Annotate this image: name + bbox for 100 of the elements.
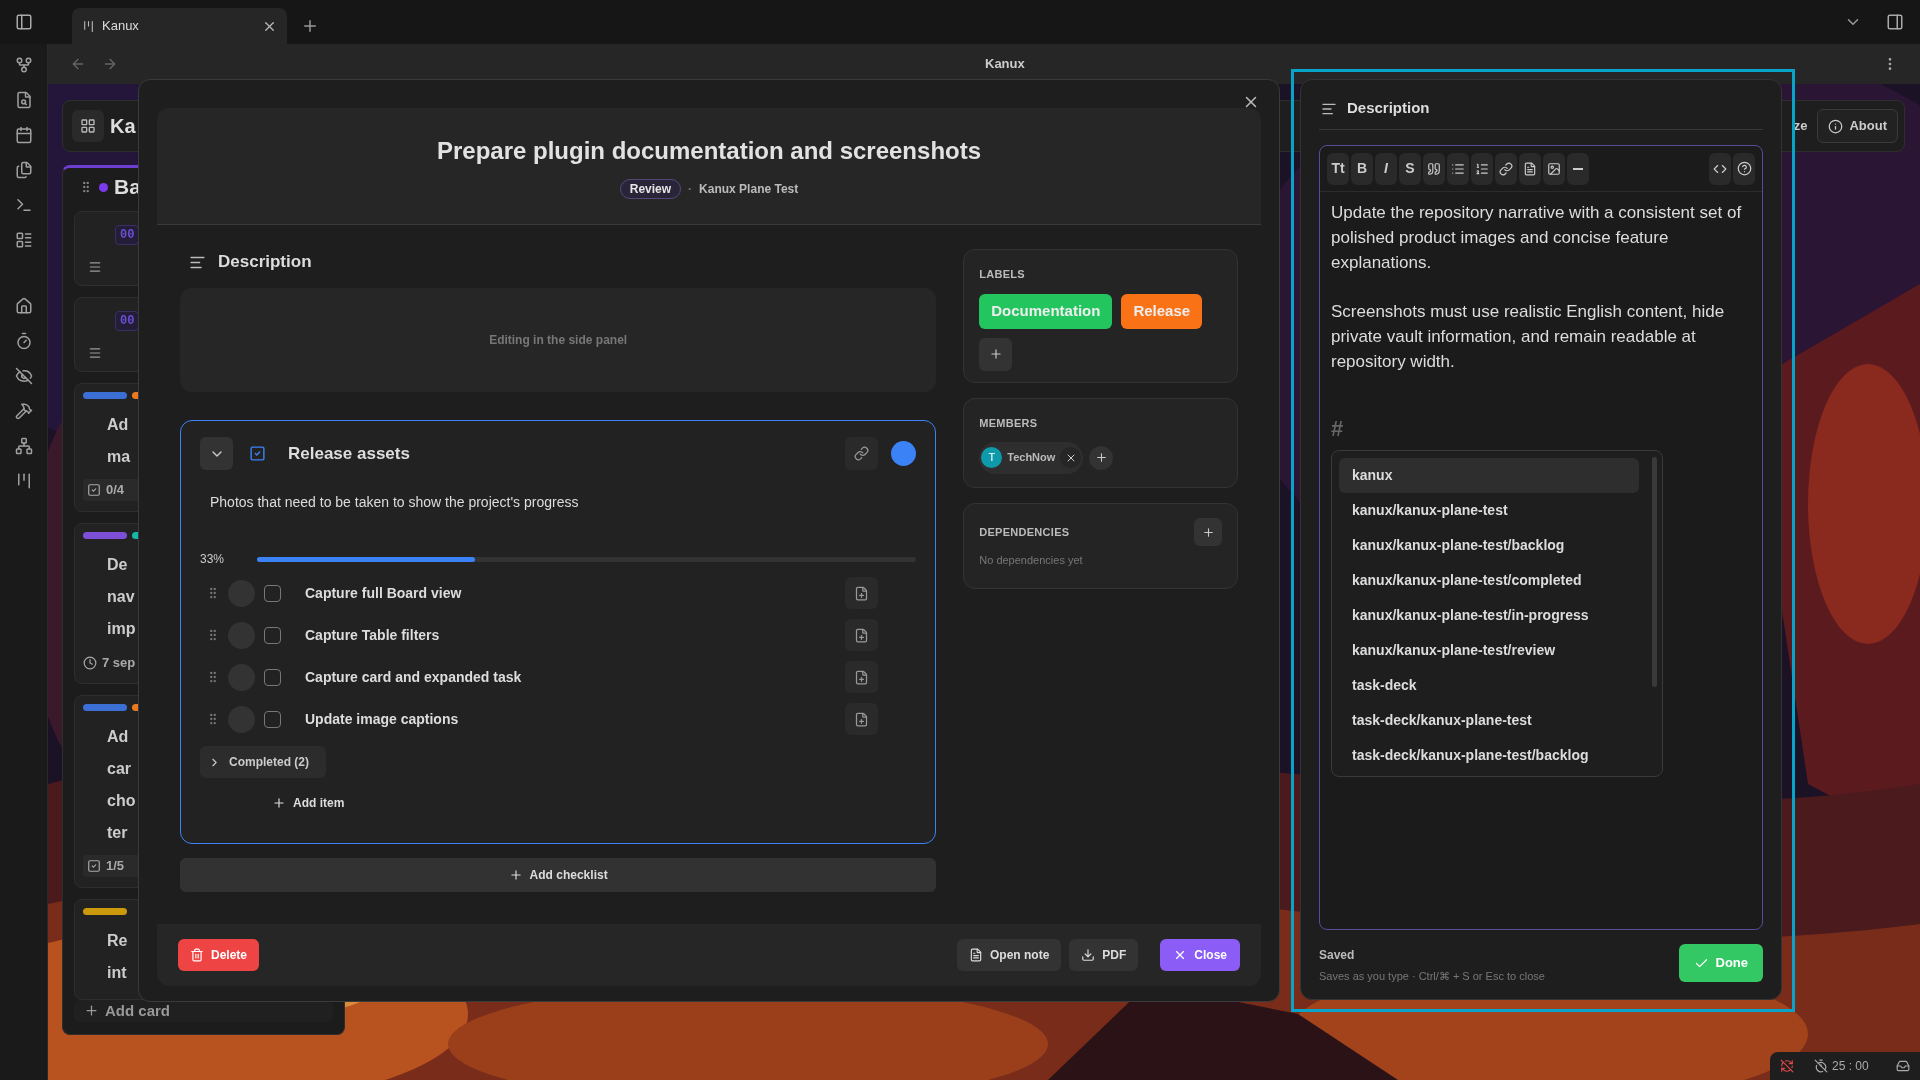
file-search-icon[interactable] (14, 91, 33, 109)
sidebar-toggle-icon[interactable] (1886, 13, 1904, 31)
editor[interactable] (1319, 145, 1763, 930)
suggestion-item[interactable]: kanux/kanux-plane-test/backlog (1339, 528, 1639, 563)
source-button[interactable] (1709, 152, 1731, 185)
terminal-icon[interactable] (14, 196, 33, 214)
section-heading: Description (218, 251, 312, 274)
calendar-icon[interactable] (14, 126, 33, 144)
attach-button[interactable] (845, 619, 879, 651)
section-heading: DEPENDENCIES (979, 524, 1070, 540)
scrollbar[interactable] (1652, 457, 1657, 687)
sidebar-toggle-icon[interactable] (15, 13, 33, 31)
timer-text: 25 : 00 (1832, 1058, 1869, 1075)
format-button[interactable]: I (1375, 152, 1397, 185)
pdf-button[interactable]: PDF (1069, 939, 1139, 971)
files-icon[interactable] (14, 161, 33, 179)
empty-message: No dependencies yet (979, 553, 1084, 568)
member-name: TechNow (1007, 450, 1056, 466)
attach-button[interactable] (845, 577, 879, 609)
board-name: Kanux Plane Test (699, 181, 799, 198)
format-button[interactable] (1567, 152, 1589, 185)
format-button[interactable] (1519, 152, 1541, 185)
suggestion-item[interactable]: kanux/kanux-plane-test (1339, 493, 1639, 528)
new-tab-icon[interactable] (301, 17, 319, 35)
format-button[interactable]: B (1351, 152, 1373, 185)
add-member-button[interactable] (1089, 445, 1114, 470)
add-checklist-button[interactable]: Add checklist (180, 858, 937, 892)
status-badge: Review (619, 179, 682, 199)
about-button[interactable]: About (1817, 109, 1898, 143)
format-button[interactable] (1471, 152, 1493, 185)
checklist-item: Capture full Board view (305, 583, 462, 603)
color-swatch[interactable] (891, 441, 917, 466)
timer-off-icon[interactable] (1814, 1059, 1828, 1073)
back-icon[interactable] (70, 56, 86, 72)
completed-toggle[interactable]: Completed (2) (200, 746, 326, 778)
grid-button[interactable] (72, 110, 104, 142)
suggestion-item[interactable]: task-deck/kanux-plane-test (1339, 703, 1639, 738)
format-button[interactable] (1543, 152, 1565, 185)
file-plus-icon (854, 711, 870, 727)
card-id: 00 (115, 225, 140, 245)
card-title: Re (107, 930, 128, 951)
attach-button[interactable] (845, 703, 879, 735)
format-button[interactable]: Tt (1327, 152, 1349, 185)
plus-icon (508, 868, 523, 882)
checklist-item: Update image captions (305, 709, 459, 729)
forward-icon[interactable] (102, 56, 118, 72)
close-dialog-button[interactable]: Close (1160, 939, 1240, 971)
toolbar-button[interactable]: ze (1791, 109, 1810, 143)
delete-button[interactable]: Delete (178, 939, 260, 971)
link-icon (854, 446, 870, 461)
menu-icon (88, 346, 102, 360)
timer-icon[interactable] (14, 332, 33, 350)
list-icon[interactable] (14, 231, 33, 249)
card-title: cho (107, 790, 136, 811)
add-dependency-button[interactable] (1194, 518, 1222, 546)
format-button[interactable]: S (1399, 152, 1421, 185)
card-title: Ad (107, 726, 129, 747)
board-title: Ka (110, 114, 136, 139)
link-button[interactable] (845, 437, 879, 470)
tools-icon[interactable] (14, 402, 33, 420)
attach-button[interactable] (845, 661, 879, 693)
fork-icon[interactable] (14, 56, 33, 74)
item-checkbox[interactable] (264, 626, 281, 644)
format-button[interactable] (1495, 152, 1517, 185)
grid-icon (80, 118, 96, 134)
suggestion-item[interactable]: kanux/kanux-plane-test/review (1339, 633, 1639, 668)
item-checkbox[interactable] (264, 710, 281, 728)
suggestion-item[interactable]: kanux (1339, 458, 1639, 493)
info-icon (1828, 118, 1844, 134)
link-icon (1499, 161, 1513, 176)
network-icon[interactable] (14, 437, 33, 455)
collapse-button[interactable] (200, 437, 233, 470)
document-icon (968, 948, 983, 962)
suggestion-item[interactable]: kanux/kanux-plane-test/in-progress (1339, 598, 1639, 633)
suggestion-item[interactable]: kanux/kanux-plane-test/completed (1339, 563, 1639, 598)
tab[interactable]: Kanux (72, 8, 287, 44)
add-item-button[interactable]: Add item (272, 792, 345, 814)
tray-icon[interactable] (1896, 1059, 1910, 1073)
clock-icon (83, 655, 97, 670)
quote-icon (1427, 161, 1441, 176)
suggestion-item[interactable]: task-deck (1339, 668, 1639, 703)
format-button[interactable] (1447, 152, 1469, 185)
home-icon[interactable] (14, 297, 33, 315)
kanban-icon (82, 19, 95, 33)
format-button[interactable] (1423, 152, 1445, 185)
menu-icon (88, 260, 102, 274)
add-label-button[interactable] (979, 337, 1013, 371)
eye-off-icon[interactable] (14, 367, 33, 385)
numbered-list-icon (1475, 161, 1489, 176)
description-paragraph: Screenshots must use realistic English content, hide private vault information, and remain readable at repository width. (1331, 301, 1726, 373)
help-button[interactable] (1733, 152, 1755, 185)
item-checkbox[interactable] (264, 668, 281, 686)
remove-icon[interactable] (1060, 447, 1082, 468)
suggestion-item[interactable]: task-deck/kanux-plane-test/backlog (1339, 738, 1639, 773)
open-note-button[interactable]: Open note (956, 939, 1062, 971)
member-chip[interactable]: T TechNow (979, 441, 1084, 474)
progress-percent: 33% (200, 551, 226, 568)
item-checkbox[interactable] (264, 584, 281, 602)
sync-off-icon[interactable] (1780, 1059, 1794, 1073)
checkbox-icon (87, 483, 101, 497)
